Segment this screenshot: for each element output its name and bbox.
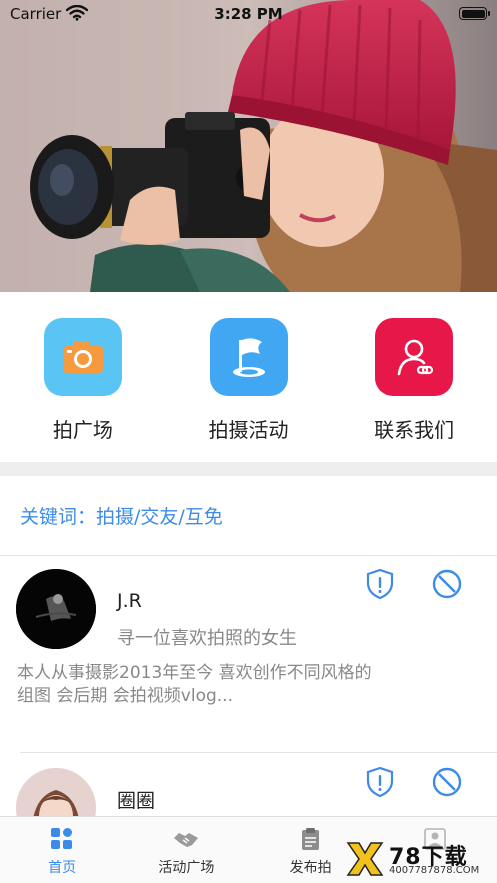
tab-publish-label: 发布拍 — [289, 860, 332, 876]
keywords-label: 关键词：拍摄/交友/互免 — [0, 476, 497, 556]
plaza-action-button[interactable]: 拍广场 — [0, 292, 166, 462]
watermark-logo: 78下载 4007787878.COM — [343, 839, 493, 881]
report-shield-icon[interactable] — [364, 766, 396, 798]
home-grid-icon — [51, 828, 73, 849]
user-name: 圈圈 — [117, 790, 156, 812]
avatar[interactable] — [16, 569, 96, 649]
photographer-photo — [0, 0, 497, 292]
camera-icon — [43, 318, 122, 396]
user-bio: 本人从事摄影2013年至今 喜欢创作不同风格的组图 会后期 会拍视频vlog..… — [17, 663, 372, 706]
user-card[interactable]: 圈圈 — [0, 754, 497, 818]
publish-icon — [301, 828, 319, 850]
flag-icon — [209, 318, 288, 396]
status-bar: Carrier 3:28 PM — [0, 0, 497, 30]
tab-home[interactable]: 首页 — [0, 817, 124, 883]
tab-event-plaza[interactable]: 活动广场 — [124, 817, 248, 883]
status-time: 3:28 PM — [214, 5, 283, 23]
contact-user-icon — [375, 318, 454, 396]
watermark-url: 4007787878.COM — [389, 865, 480, 876]
avatar[interactable] — [16, 768, 96, 818]
quick-actions: 拍广场 拍摄活动 联系我们 — [0, 292, 497, 462]
event-action-label: 拍摄活动 — [208, 418, 289, 442]
block-icon[interactable] — [431, 568, 463, 600]
tab-home-label: 首页 — [48, 860, 77, 876]
contact-action-button[interactable]: 联系我们 — [331, 292, 497, 462]
contact-action-label: 联系我们 — [374, 418, 455, 442]
card-divider — [20, 752, 497, 753]
tab-event-plaza-label: 活动广场 — [158, 860, 215, 876]
plaza-action-label: 拍广场 — [52, 418, 113, 442]
section-divider — [0, 462, 497, 476]
user-card[interactable]: J.R 寻一位喜欢拍照的女生 本人从事摄影2013年至今 喜欢创作不同风格的组图… — [0, 556, 497, 754]
block-icon[interactable] — [431, 766, 463, 798]
battery-icon — [459, 7, 490, 20]
handshake-icon — [174, 833, 199, 847]
event-action-button[interactable]: 拍摄活动 — [166, 292, 332, 462]
watermark-x-icon — [346, 842, 384, 876]
user-name: J.R — [117, 590, 142, 612]
hero-banner-image[interactable] — [0, 0, 497, 292]
user-tagline: 寻一位喜欢拍照的女生 — [117, 628, 297, 649]
report-shield-icon[interactable] — [364, 568, 396, 600]
